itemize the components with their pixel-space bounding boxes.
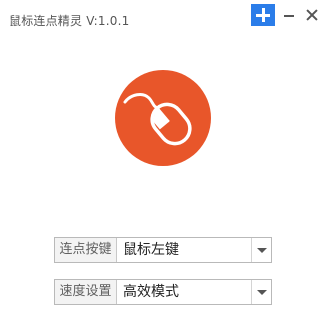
- click-key-select[interactable]: 连点按键 鼠标左键: [54, 237, 272, 263]
- speed-value[interactable]: 高效模式: [117, 280, 251, 304]
- title-bar: 鼠标连点精灵 V:1.0.1: [0, 0, 329, 34]
- click-key-label: 连点按键: [55, 238, 117, 262]
- mouse-icon: [123, 93, 192, 146]
- chevron-down-icon[interactable]: [251, 280, 271, 304]
- speed-label: 速度设置: [55, 280, 117, 304]
- plus-icon[interactable]: [251, 4, 275, 26]
- click-key-value[interactable]: 鼠标左键: [117, 238, 251, 262]
- minimize-icon[interactable]: [281, 4, 297, 26]
- speed-select[interactable]: 速度设置 高效模式: [54, 279, 272, 305]
- close-icon[interactable]: [303, 4, 321, 26]
- app-title: 鼠标连点精灵 V:1.0.1: [9, 14, 130, 28]
- app-logo: [115, 70, 211, 166]
- chevron-down-icon[interactable]: [251, 238, 271, 262]
- window-controls: [251, 4, 321, 26]
